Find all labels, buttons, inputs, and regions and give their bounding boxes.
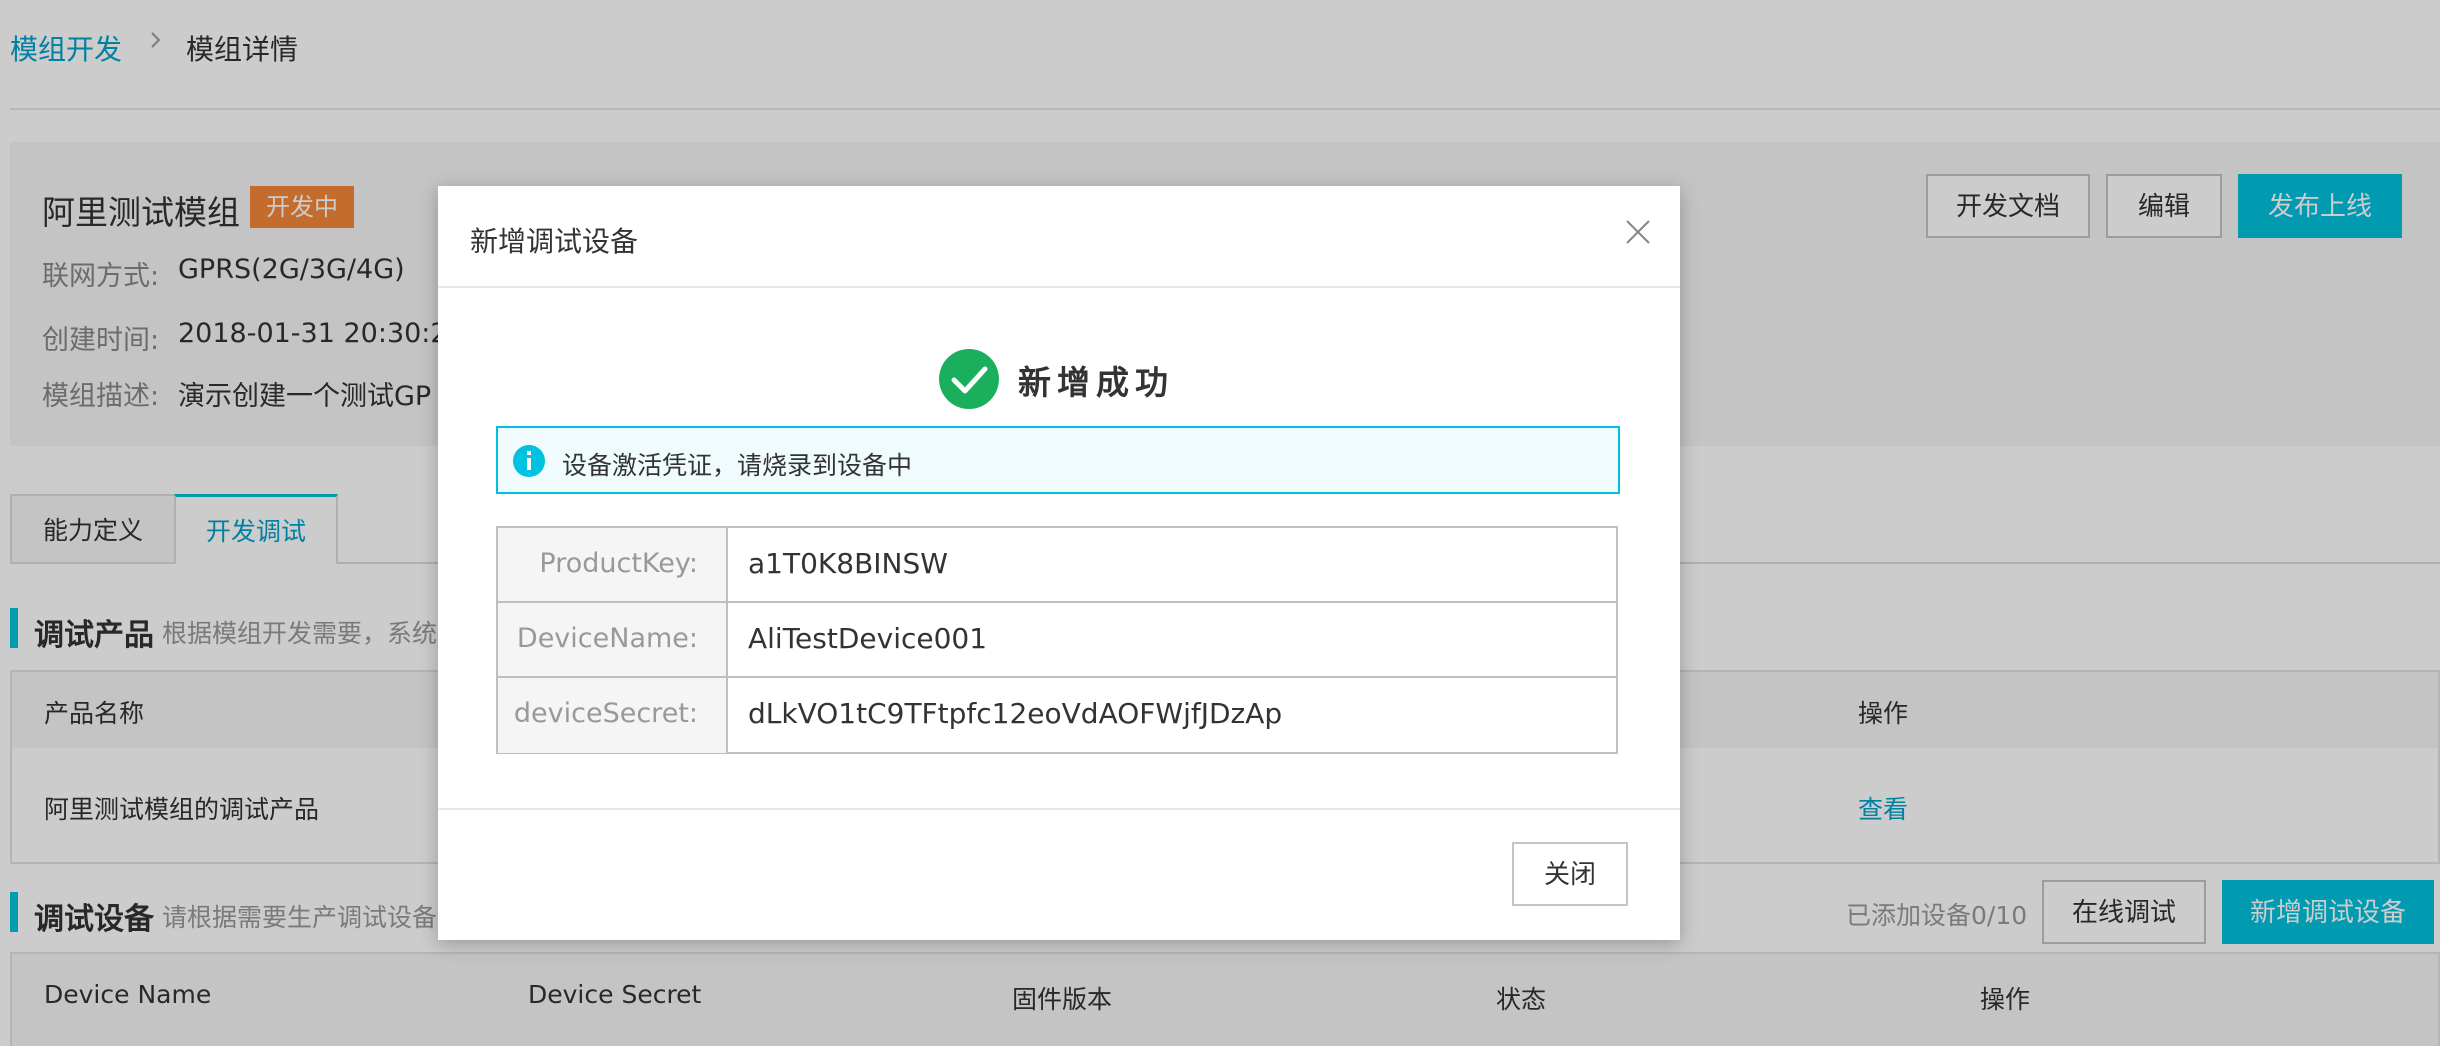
success-message: 新增成功 <box>1018 363 1174 402</box>
close-button[interactable]: 关闭 <box>1512 842 1628 906</box>
credential-label: DeviceName: <box>498 603 728 678</box>
close-icon[interactable] <box>1622 216 1654 248</box>
credential-label: ProductKey: <box>498 528 728 603</box>
page: 模组开发 模组详情 阿里测试模组 开发中 联网方式: GPRS(2G/3G/4G… <box>0 0 2440 1046</box>
credential-label: deviceSecret: <box>498 678 728 753</box>
credential-row-devicename: DeviceName: AliTestDevice001 <box>498 603 1616 678</box>
credential-value: dLkVO1tC9TFtpfc12eoVdAOFWjfJDzAp <box>748 697 1283 730</box>
credential-row-devicesecret: deviceSecret: dLkVO1tC9TFtpfc12eoVdAOFWj… <box>498 678 1616 753</box>
info-icon <box>513 445 545 477</box>
modal-header-divider <box>438 286 1680 288</box>
modal-footer-divider <box>438 808 1680 810</box>
info-alert: 设备激活凭证，请烧录到设备中 <box>496 426 1620 494</box>
credential-value: AliTestDevice001 <box>748 622 988 655</box>
add-debug-device-modal: 新增调试设备 新增成功 设备激活凭证，请烧录到设备中 ProductKey: a… <box>438 186 1680 940</box>
credential-row-productkey: ProductKey: a1T0K8BINSW <box>498 528 1616 603</box>
alert-text: 设备激活凭证，请烧录到设备中 <box>562 451 913 480</box>
success-check-icon <box>939 349 999 409</box>
credential-value: a1T0K8BINSW <box>748 547 948 580</box>
modal-title: 新增调试设备 <box>470 225 639 258</box>
credentials-table: ProductKey: a1T0K8BINSW DeviceName: AliT… <box>496 526 1618 754</box>
